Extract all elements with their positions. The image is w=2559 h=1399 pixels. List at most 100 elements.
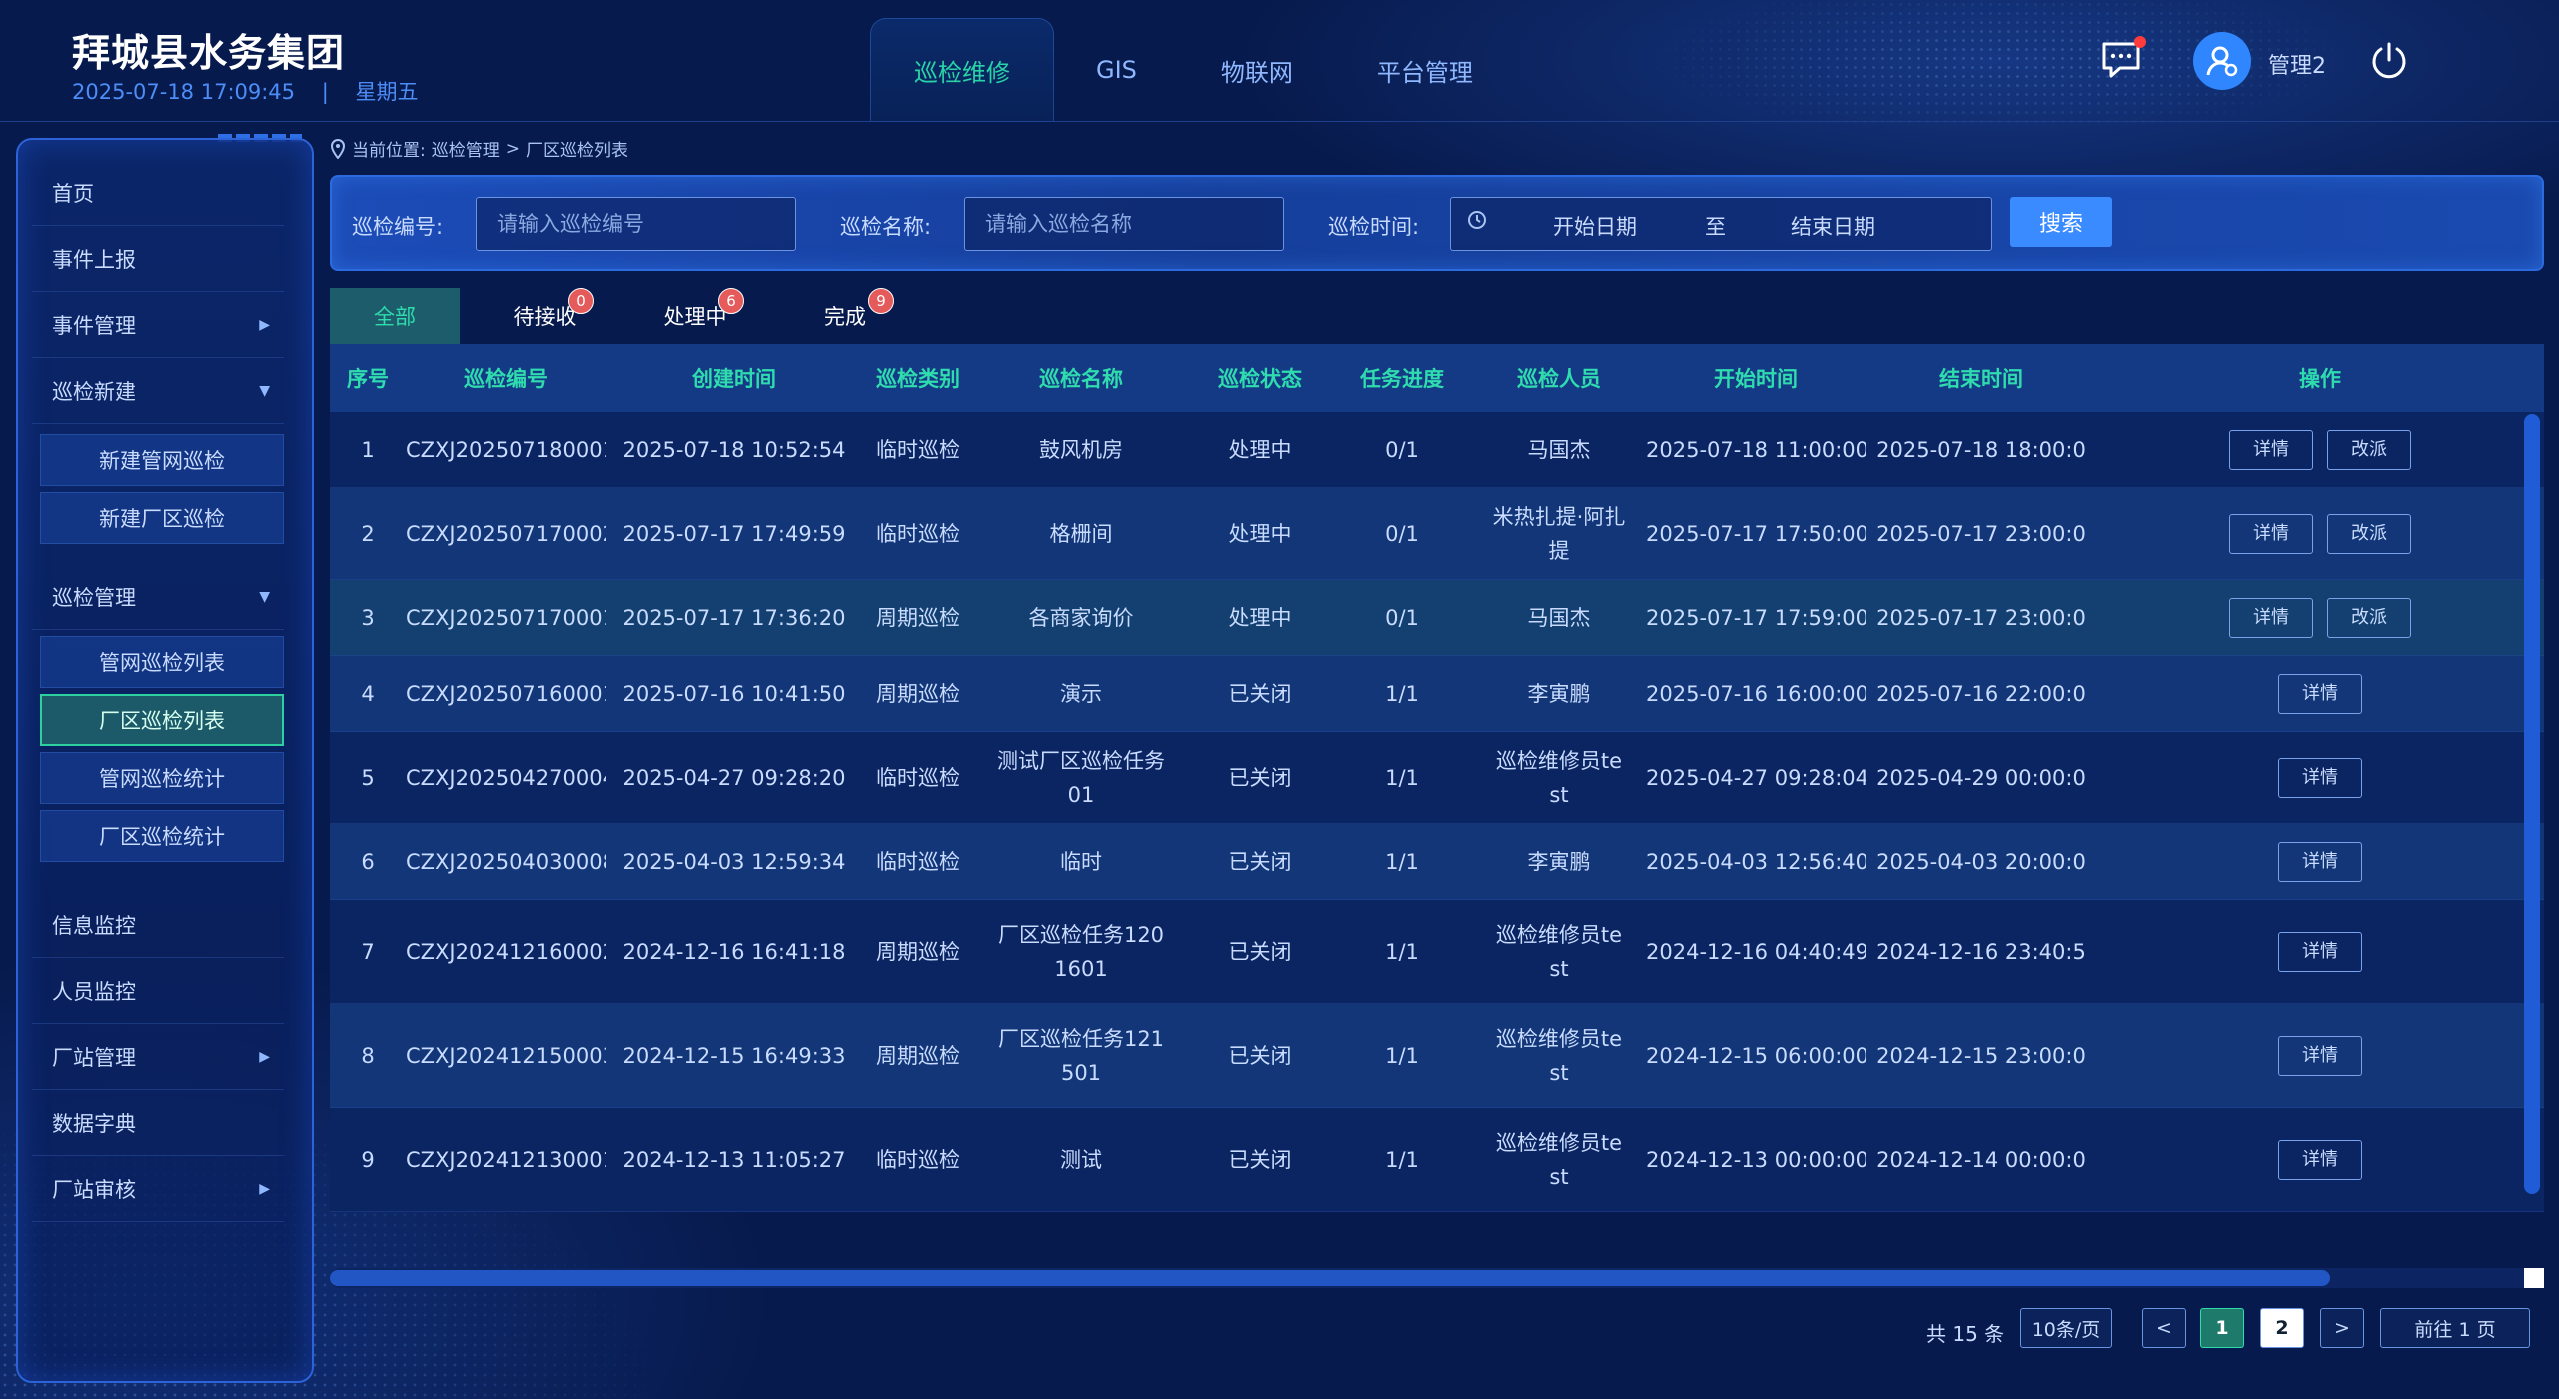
cell-name: 鼓风机房 [1039,437,1123,462]
page-size-select[interactable]: 10条/页 [2020,1308,2112,1348]
reassign-button[interactable]: 改派 [2327,513,2411,554]
table-row[interactable]: 6 CZXJ202504030008 2025-04-03 12:59:34 临时巡检… [330,824,2544,900]
cell-progress: 1/1 [1385,765,1419,790]
table-row[interactable]: 3 CZXJ202507170001 2025-07-17 17:36:20 周期巡检… [330,580,2544,656]
cell-person: 巡检维修员test [1495,922,1623,981]
cell-index: 4 [361,681,375,706]
vertical-scrollbar[interactable] [2524,414,2540,1194]
cell-status: 已关闭 [1228,765,1292,790]
chevron-right-icon: ▶ [259,1048,270,1065]
cell-end: 2025-07-17 23:00:0 [1876,605,2086,630]
cell-actions: 详情 改派 [2096,597,2544,638]
table-row[interactable]: 5 CZXJ202504270004 2025-04-27 09:28:20 临时巡检… [330,732,2544,824]
goto-page-select[interactable]: 前往 1 页 [2380,1308,2530,1348]
sidebar-item-home[interactable]: 首页 [32,160,284,226]
power-icon[interactable] [2368,40,2410,82]
search-button[interactable]: 搜索 [2010,197,2112,247]
reassign-button[interactable]: 改派 [2327,597,2411,638]
cell-status: 已关闭 [1228,849,1292,874]
header-col-start: 开始时间 [1714,367,1798,391]
nav-iot[interactable]: 物联网 [1179,18,1335,122]
sidebar-item-data-dict[interactable]: 数据字典 [32,1090,284,1156]
cell-created: 2024-12-16 16:41:18 [622,939,846,964]
end-date[interactable]: 结束日期 [1791,211,1875,241]
table-body: 1 CZXJ202507180001 2025-07-18 10:52:54 临时巡检… [330,412,2544,1212]
sidebar-subitem-new-plant[interactable]: 新建厂区巡检 [40,492,284,544]
cell-progress: 0/1 [1385,521,1419,546]
detail-button[interactable]: 详情 [2278,1035,2362,1076]
table-row[interactable]: 8 CZXJ202412150003 2024-12-15 16:49:33 周期巡检… [330,1004,2544,1108]
table-row[interactable]: 2 CZXJ202507170002 2025-07-17 17:49:59 临时巡检… [330,488,2544,580]
cell-index: 6 [361,849,375,874]
next-page-button[interactable]: > [2320,1308,2364,1348]
table-row[interactable]: 1 CZXJ202507180001 2025-07-18 10:52:54 临时巡检… [330,412,2544,488]
tab-done[interactable]: 完成 9 [780,288,910,344]
horizontal-scrollbar[interactable] [330,1270,2330,1286]
detail-button[interactable]: 详情 [2278,1139,2362,1180]
avatar[interactable] [2193,32,2251,90]
cell-name: 各商家询价 [1028,605,1134,630]
cell-code: CZXJ202412130001 [406,1147,606,1172]
code-input[interactable] [476,197,796,251]
sidebar-subitem-new-pipe[interactable]: 新建管网巡检 [40,434,284,486]
sidebar-item-station-audit[interactable]: 厂站审核 ▶ [32,1156,284,1222]
nav-gis[interactable]: GIS [1054,18,1179,122]
nav-patrol-repair[interactable]: 巡检维修 [870,18,1054,122]
sidebar-subitem-plant-stat[interactable]: 厂区巡检统计 [40,810,284,862]
detail-button[interactable]: 详情 [2229,597,2313,638]
sidebar-item-info-monitor[interactable]: 信息监控 [32,892,284,958]
table-row[interactable]: 7 CZXJ202412160002 2024-12-16 16:41:18 周期巡检… [330,900,2544,1004]
search-bar: 巡检编号: 巡检名称: 巡检时间: 开始日期 至 结束日期 搜索 [330,175,2544,271]
range-separator: 至 [1705,215,1726,239]
chevron-right-icon: ▶ [259,1180,270,1197]
chevron-right-icon: ▶ [259,316,270,333]
sidebar-item-event-mgmt[interactable]: 事件管理 ▶ [32,292,284,358]
name-input[interactable] [964,197,1284,251]
sidebar-subitem-plant-list[interactable]: 厂区巡检列表 [40,694,284,746]
sidebar-item-new-patrol[interactable]: 巡检新建 ▼ [32,358,284,424]
detail-button[interactable]: 详情 [2278,931,2362,972]
table-row[interactable]: 4 CZXJ202507160001 2025-07-16 10:41:50 周期巡检… [330,656,2544,732]
cell-end: 2025-04-29 00:00:0 [1876,765,2086,790]
reassign-button[interactable]: 改派 [2327,429,2411,470]
header-col-status: 巡检状态 [1218,367,1302,391]
tab-all[interactable]: 全部 [330,288,460,344]
cell-index: 7 [361,939,375,964]
cell-index: 1 [361,437,375,462]
cell-code: CZXJ202507160001 [406,681,606,706]
detail-button[interactable]: 详情 [2278,757,2362,798]
detail-button[interactable]: 详情 [2229,513,2313,554]
tab-processing[interactable]: 处理中 6 [630,288,760,344]
tab-pending[interactable]: 待接收 0 [480,288,610,344]
page-2-button[interactable]: 2 [2260,1308,2304,1348]
sidebar-item-event-report[interactable]: 事件上报 [32,226,284,292]
cell-type: 临时巡检 [876,849,960,874]
table-row[interactable]: 9 CZXJ202412130001 2024-12-13 11:05:27 临时巡检… [330,1108,2544,1212]
cell-actions: 详情 [2096,1139,2544,1180]
sidebar-subitem-pipe-list[interactable]: 管网巡检列表 [40,636,284,688]
breadcrumb-prefix: 当前位置: [352,141,426,161]
cell-name: 测试厂区巡检任务01 [997,748,1165,807]
nav-platform[interactable]: 平台管理 [1335,18,1515,122]
detail-button[interactable]: 详情 [2278,841,2362,882]
user-name[interactable]: 管理2 [2268,48,2326,80]
date-range-picker[interactable]: 开始日期 至 结束日期 [1450,197,1992,251]
sidebar-item-person-monitor[interactable]: 人员监控 [32,958,284,1024]
sidebar-menu: 首页 事件上报 事件管理 ▶ 巡检新建 ▼ 新建管网巡检 新建厂区巡检 巡检管理 ▼ … [22,160,294,1222]
sidebar-item-label: 信息监控 [52,913,136,938]
detail-button[interactable]: 详情 [2229,429,2313,470]
tab-label: 全部 [374,305,416,329]
cell-type: 临时巡检 [876,765,960,790]
start-date[interactable]: 开始日期 [1553,211,1637,241]
breadcrumb-level1[interactable]: 巡检管理 [432,136,500,161]
tab-label: 待接收 [513,305,577,329]
prev-page-button[interactable]: < [2142,1308,2186,1348]
sidebar-item-patrol-mgmt[interactable]: 巡检管理 ▼ [32,564,284,630]
sidebar-item-station-mgmt[interactable]: 厂站管理 ▶ [32,1024,284,1090]
cell-code: CZXJ202504030008 [406,849,606,874]
table-header: 序号 巡检编号 创建时间 巡检类别 巡检名称 巡检状态 任务进度 巡检人员 开始时间 结束时间 操作 [330,344,2544,412]
tab-label: 处理中 [663,305,727,329]
detail-button[interactable]: 详情 [2278,673,2362,714]
page-1-button[interactable]: 1 [2200,1308,2244,1348]
sidebar-subitem-pipe-stat[interactable]: 管网巡检统计 [40,752,284,804]
